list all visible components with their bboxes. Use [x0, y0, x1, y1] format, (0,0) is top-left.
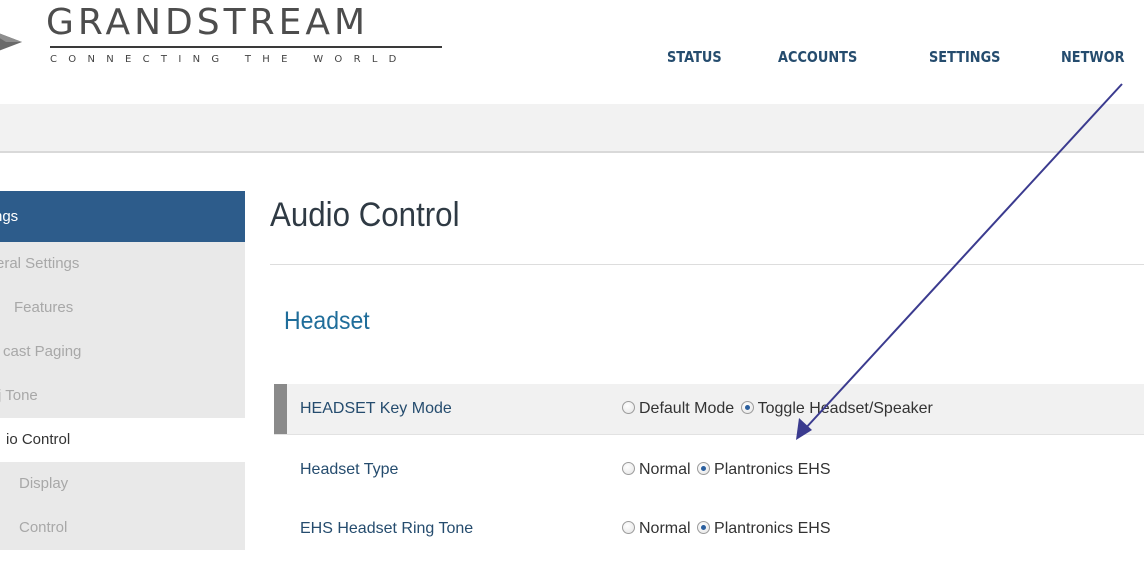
radio-button[interactable] [622, 401, 635, 414]
brand: GRANDSTREAM CONNECTING THE WORLD [46, 2, 442, 67]
brand-divider [50, 46, 442, 48]
option-label: Plantronics EHS [714, 520, 831, 537]
sidebar-item-label: eral Settings [0, 255, 80, 272]
radio-group-headset-type: Normal Plantronics EHS [622, 445, 833, 495]
radio-group-headset-key-mode: Default Mode Toggle Headset/Speaker [622, 384, 935, 434]
title-divider [270, 264, 1144, 265]
section-title: Headset [284, 307, 370, 335]
sidebar-item-label: j Tone [0, 387, 38, 404]
radio-button-selected[interactable] [740, 401, 754, 414]
brand-name: GRANDSTREAM [46, 2, 370, 43]
option-label: Normal [639, 461, 691, 478]
setting-row-headset-key-mode: HEADSET Key Mode Default Mode Toggle Hea… [274, 384, 1144, 435]
sidebar-item-label: Control [19, 519, 68, 536]
sidebar-item-led-control[interactable]: Control [0, 506, 245, 550]
sidebar-item-label: Display [19, 475, 69, 492]
sidebar-item-lcd-display[interactable]: Display [0, 462, 245, 506]
setting-label: HEADSET Key Mode [300, 400, 452, 417]
setting-row-headset-type: Headset Type Normal Plantronics EHS [274, 445, 1144, 495]
brand-tagline: CONNECTING THE WORLD [50, 54, 408, 65]
option-plantronics-ehs[interactable]: Plantronics EHS [697, 504, 831, 554]
header: GRANDSTREAM CONNECTING THE WORLD STATUS … [0, 0, 1144, 104]
nav-settings[interactable]: SETTINGS [929, 48, 1000, 66]
radio-button-selected[interactable] [697, 521, 711, 534]
sidebar-item-general-settings[interactable]: eral Settings [0, 242, 245, 286]
sidebar-item-call-features[interactable]: Features [0, 286, 245, 330]
option-default-mode[interactable]: Default Mode [622, 384, 734, 434]
option-normal[interactable]: Normal [622, 504, 691, 554]
page-title: Audio Control [270, 196, 460, 234]
sidebar-item-label: Features [14, 299, 74, 316]
option-label: Plantronics EHS [714, 461, 831, 478]
sidebar-item-label: cast Paging [3, 343, 82, 360]
option-normal[interactable]: Normal [622, 445, 691, 495]
option-label: Default Mode [639, 400, 735, 417]
option-label: Normal [639, 520, 691, 537]
setting-label: Headset Type [300, 461, 399, 478]
sub-navigation-bar [0, 104, 1144, 153]
radio-button[interactable] [622, 521, 635, 534]
sidebar-menu: ngs eral Settings Features cast Paging j… [0, 191, 245, 550]
radio-group-ehs-ring-tone: Normal Plantronics EHS [622, 504, 833, 554]
sidebar-item-multicast-paging[interactable]: cast Paging [0, 330, 245, 374]
sidebar-header[interactable]: ngs [0, 191, 245, 242]
sidebar-item-label: io Control [6, 431, 71, 448]
option-plantronics-ehs[interactable]: Plantronics EHS [697, 445, 831, 495]
option-toggle-headset-speaker[interactable]: Toggle Headset/Speaker [740, 384, 933, 434]
row-accent-bar [274, 384, 287, 434]
setting-label: EHS Headset Ring Tone [300, 520, 474, 537]
nav-network[interactable]: NETWOR [1061, 48, 1125, 66]
sidebar-item-audio-control[interactable]: io Control [0, 418, 245, 462]
grandstream-logo-icon [0, 18, 26, 68]
sidebar-item-ring-tone[interactable]: j Tone [0, 374, 245, 418]
option-label: Toggle Headset/Speaker [757, 400, 933, 417]
setting-row-ehs-headset-ring-tone: EHS Headset Ring Tone Normal Plantronics… [274, 504, 1144, 554]
nav-accounts[interactable]: ACCOUNTS [778, 48, 857, 66]
radio-button[interactable] [622, 462, 635, 475]
nav-status[interactable]: STATUS [667, 48, 722, 66]
radio-button-selected[interactable] [697, 462, 711, 475]
